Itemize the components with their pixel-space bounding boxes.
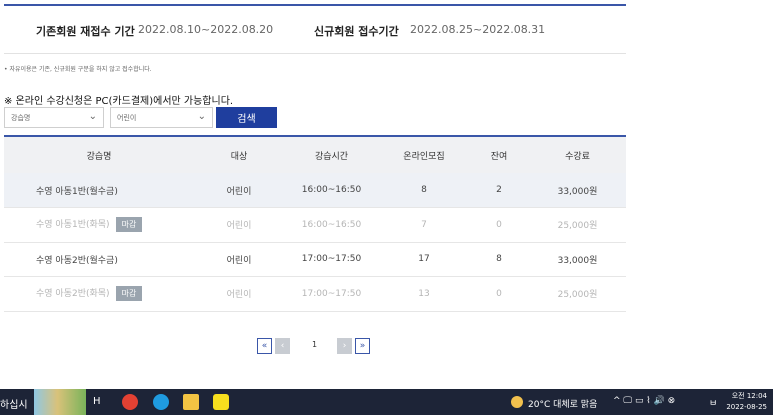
search-highlight-image[interactable] — [34, 389, 86, 415]
pagination: « ‹ 1 › » — [0, 338, 630, 354]
header-online: 온라인모집 — [403, 151, 445, 162]
header-remaining: 잔여 — [490, 151, 508, 162]
search-button[interactable]: 검색 — [216, 107, 277, 128]
table-row: 수영 아동1반(화목) 마감 어린이 16:00~16:50 7 0 25,000… — [4, 207, 626, 243]
fee-cell: 33,000원 — [529, 173, 626, 208]
time-cell: 16:00~16:50 — [284, 207, 379, 243]
lesson-table: 강습명 대상 강습시간 온라인모집 잔여 수강료 수영 아동1반(월수금) 어린… — [4, 135, 626, 312]
lesson-name: 수영 아동2반(월수금) — [36, 255, 118, 266]
time-cell: 17:00~17:50 — [284, 276, 379, 312]
lesson-name-cell: 수영 아동2반(화목) 마감 — [4, 276, 194, 312]
new-period-label: 신규회원 접수기간 — [314, 25, 399, 38]
online-cell: 17 — [379, 242, 469, 277]
ime-indicator[interactable]: ㅂ — [709, 396, 717, 409]
target-cell: 어린이 — [194, 207, 284, 243]
kakaotalk-icon[interactable] — [213, 394, 229, 410]
page-number-current[interactable]: 1 — [312, 340, 317, 349]
target-cell: 어린이 — [194, 276, 284, 312]
lesson-name: 수영 아동2반(화목) — [36, 289, 110, 300]
lesson-name-select-value: 강습명 — [11, 114, 31, 122]
target-cell: 어린이 — [194, 242, 284, 277]
next-page-button[interactable]: › — [337, 338, 352, 354]
table-header-row: 강습명 대상 강습시간 온라인모집 잔여 수강료 — [4, 136, 626, 173]
target-cell: 어린이 — [194, 173, 284, 208]
lesson-name-cell: 수영 아동2반(월수금) — [4, 242, 194, 277]
target-select[interactable]: 어린이 ⌄ — [110, 107, 213, 128]
chrome-icon[interactable] — [122, 394, 138, 410]
last-page-button[interactable]: » — [355, 338, 370, 354]
time-cell: 16:00~16:50 — [284, 173, 379, 208]
remaining-cell: 8 — [469, 242, 529, 277]
lesson-name: 수영 아동1반(월수금) — [36, 186, 118, 197]
clock-time: 오전 12:04 — [731, 392, 767, 400]
clock-date: 2022-08-25 — [726, 403, 767, 411]
edge-icon[interactable] — [153, 394, 169, 410]
table-row: 수영 아동2반(화목) 마감 어린이 17:00~17:50 13 0 25,00… — [4, 276, 626, 312]
online-registration-note: ※ 온라인 수강신청은 PC(카드결제)에서만 가능합니다. — [4, 96, 234, 107]
closed-badge: 마감 — [115, 286, 143, 302]
new-period-value: 2022.08.25~2022.08.31 — [410, 23, 546, 36]
file-explorer-icon[interactable] — [183, 394, 199, 410]
remaining-cell: 0 — [469, 207, 529, 243]
header-target: 대상 — [230, 151, 248, 162]
clock[interactable]: 오전 12:04 2022-08-25 — [726, 391, 767, 413]
chevron-down-icon: ⌄ — [88, 111, 97, 122]
header-lesson-name: 강습명 — [86, 151, 112, 162]
lesson-name-select[interactable]: 강습명 ⌄ — [4, 107, 104, 128]
fee-cell: 25,000원 — [529, 207, 626, 243]
closed-badge: 마감 — [115, 217, 143, 233]
remaining-cell: 2 — [469, 173, 529, 208]
system-tray-icons[interactable]: ^ 🖵 ▭ ⌇ 🔊 ⊗ — [613, 396, 675, 406]
free-use-note: • 자유이용은 기존, 신규회원 구분을 하지 않고 접수합니다. — [4, 66, 152, 73]
first-page-button[interactable]: « — [257, 338, 272, 354]
fee-cell: 33,000원 — [529, 242, 626, 277]
prev-page-button[interactable]: ‹ — [275, 338, 290, 354]
weather-text[interactable]: 20°C 대체로 맑음 — [528, 397, 597, 410]
target-select-value: 어린이 — [117, 114, 137, 122]
online-cell: 7 — [379, 207, 469, 243]
taskbar: 하십시 H 20°C 대체로 맑음 ^ 🖵 ▭ ⌇ 🔊 ⊗ ㅂ 오전 12:04… — [0, 389, 773, 415]
table-row[interactable]: 수영 아동1반(월수금) 어린이 16:00~16:50 8 2 33,000원 — [4, 173, 626, 208]
fee-cell: 25,000원 — [529, 276, 626, 312]
lesson-name: 수영 아동1반(화목) — [36, 220, 110, 231]
header-fee: 수강료 — [565, 151, 590, 162]
existing-period-label: 기존회원 재접수 기간 — [36, 25, 135, 38]
online-cell: 8 — [379, 173, 469, 208]
widgets-icon[interactable]: H — [93, 396, 101, 407]
existing-period-value: 2022.08.10~2022.08.20 — [138, 23, 274, 36]
time-cell: 17:00~17:50 — [284, 242, 379, 277]
remaining-cell: 0 — [469, 276, 529, 312]
registration-periods: 기존회원 재접수 기간 2022.08.10~2022.08.20 신규회원 접… — [4, 6, 626, 54]
weather-icon[interactable] — [511, 396, 523, 408]
chevron-down-icon: ⌄ — [197, 111, 206, 122]
header-time: 강습시간 — [314, 151, 349, 162]
lesson-name-cell: 수영 아동1반(화목) 마감 — [4, 207, 194, 243]
table-row[interactable]: 수영 아동2반(월수금) 어린이 17:00~17:50 17 8 33,000… — [4, 242, 626, 277]
online-cell: 13 — [379, 276, 469, 312]
taskbar-search-text[interactable]: 하십시 — [0, 396, 28, 411]
lesson-name-cell: 수영 아동1반(월수금) — [4, 173, 194, 208]
